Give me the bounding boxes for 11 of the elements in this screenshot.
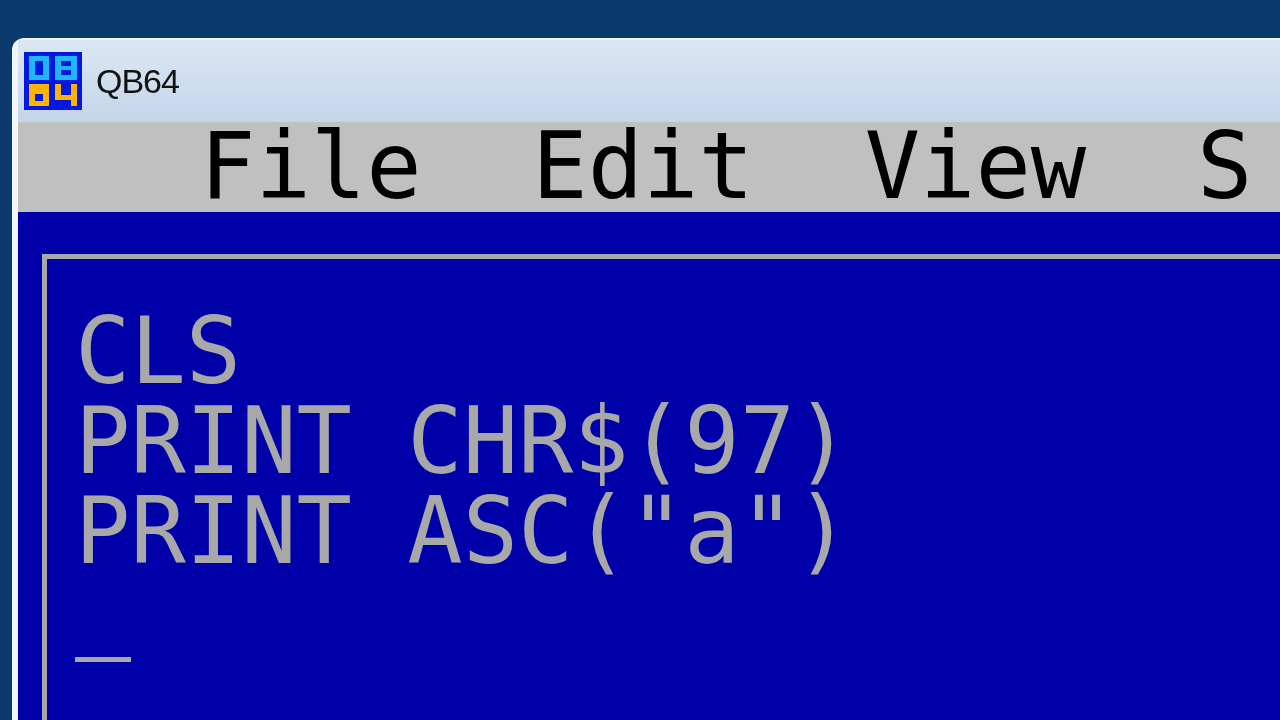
menu-item[interactable]: View — [864, 121, 1087, 213]
menu-item[interactable]: S — [1197, 121, 1253, 213]
menu-item[interactable]: Edit — [532, 121, 754, 213]
code-editor[interactable]: CLS PRINT CHR$(97) PRINT ASC("a") — [18, 212, 1280, 720]
code-line: PRINT CHR$(97) — [75, 397, 851, 487]
text-cursor — [75, 657, 131, 662]
window-title: QB64 — [96, 61, 179, 101]
app-logo-icon — [24, 52, 82, 110]
menu-item[interactable]: File — [200, 121, 422, 213]
code-line: CLS — [75, 307, 242, 397]
code-line: PRINT ASC("a") — [75, 487, 851, 577]
